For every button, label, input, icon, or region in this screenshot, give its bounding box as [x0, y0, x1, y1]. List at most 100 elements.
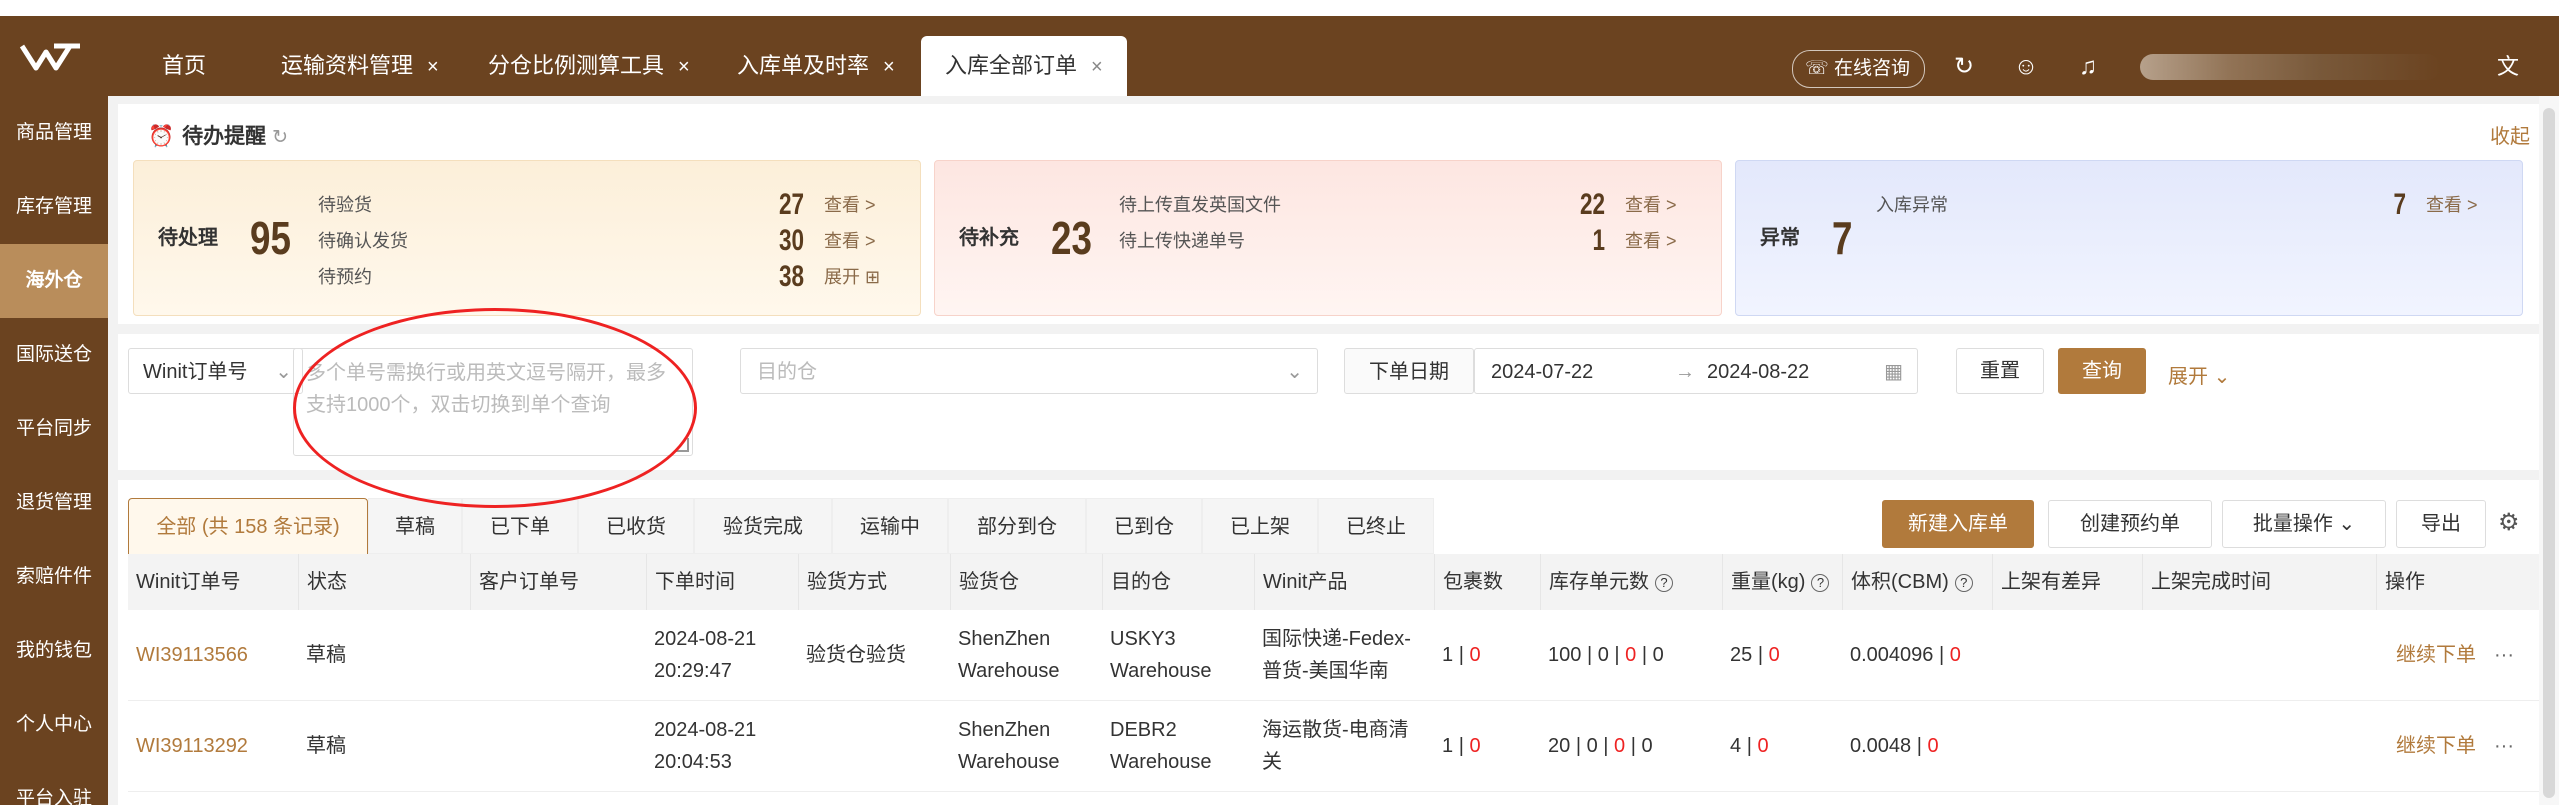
help-icon[interactable]: ?	[1811, 573, 1830, 592]
tab-partially-arrived[interactable]: 部分到仓	[948, 498, 1086, 554]
col-dest-warehouse: 目的仓	[1102, 554, 1254, 610]
batch-operations-button[interactable]: 批量操作 ⌄	[2222, 500, 2386, 548]
inspect-warehouse-cell: ShenZhen Warehouse	[958, 628, 1060, 682]
order-number-link[interactable]: WI39113292	[128, 701, 298, 791]
view-link[interactable]: 查看 >	[2426, 187, 2478, 223]
tab-draft[interactable]: 草稿	[368, 498, 462, 554]
reset-button[interactable]: 重置	[1956, 348, 2044, 394]
volume-cell: 0.004096 | 0	[1850, 644, 1961, 666]
sidebar-item-intl-delivery[interactable]: 国际送仓	[0, 318, 108, 392]
view-link[interactable]: 查看 >	[1625, 187, 1677, 223]
new-inbound-button[interactable]: 新建入库单	[1882, 500, 2034, 548]
vertical-scrollbar[interactable]	[2539, 96, 2559, 805]
shelf-finish-time-cell	[2142, 701, 2376, 791]
close-icon[interactable]: ×	[678, 56, 690, 78]
sidebar-item-overseas-warehouse[interactable]: 海外仓	[0, 244, 108, 318]
tab-inbound-all-orders[interactable]: 入库全部订单 ×	[921, 36, 1127, 96]
date-range-picker[interactable]: 2024-07-22 → 2024-08-22 ▦	[1474, 348, 1918, 394]
order-number-link[interactable]: WI39113566	[128, 610, 298, 700]
winit-logo-icon[interactable]	[18, 38, 88, 76]
continue-order-link[interactable]: 继续下单	[2396, 610, 2476, 700]
table-header: Winit订单号 状态 客户订单号 下单时间 验货方式 验货仓 目的仓 Wini…	[128, 554, 2548, 610]
tab-transport-data[interactable]: 运输资料管理 ×	[281, 36, 439, 96]
refresh-icon[interactable]: ↻	[1950, 53, 1978, 81]
col-shelf-finish-time: 上架完成时间	[2142, 554, 2376, 610]
todo-card-exception: 异常 7 入库异常 7 查看 >	[1735, 160, 2523, 316]
date-start[interactable]: 2024-07-22	[1491, 349, 1593, 395]
tab-warehouse-ratio-tool[interactable]: 分仓比例测算工具 ×	[488, 36, 690, 96]
user-account-blurred[interactable]	[2140, 54, 2440, 80]
online-consult-button[interactable]: ☏ 在线咨询	[1792, 50, 1926, 88]
close-icon[interactable]: ×	[427, 56, 439, 78]
more-actions-icon[interactable]: ···	[2494, 610, 2514, 700]
export-button[interactable]: 导出	[2396, 500, 2486, 548]
col-weight: 重量(kg)?	[1722, 554, 1842, 610]
row-count: 27	[778, 188, 804, 221]
gear-icon[interactable]: ⚙	[2498, 508, 2520, 537]
view-link[interactable]: 查看 >	[824, 187, 876, 223]
tab-terminated[interactable]: 已终止	[1318, 498, 1434, 554]
sidebar-item-platform-sync[interactable]: 平台同步	[0, 392, 108, 466]
winit-product-cell: 国际快递-Fedex- 普货-美国华南	[1262, 628, 1411, 682]
view-link[interactable]: 查看 >	[824, 223, 876, 259]
more-actions-icon[interactable]: ···	[2494, 701, 2514, 791]
expand-filters-link[interactable]: 展开 ⌄	[2168, 360, 2230, 389]
tab-received[interactable]: 已收货	[578, 498, 694, 554]
tab-inspected[interactable]: 验货完成	[694, 498, 832, 554]
alarm-icon: ⏰	[148, 125, 175, 148]
shelf-diff-cell	[1992, 610, 2142, 700]
card-label: 待处理	[158, 227, 218, 249]
expand-link[interactable]: 展开 ⊞	[824, 259, 880, 295]
collapse-link[interactable]: 收起	[2490, 120, 2530, 149]
tab-in-transit[interactable]: 运输中	[832, 498, 948, 554]
row-count: 30	[778, 224, 804, 257]
shelf-diff-cell	[1992, 701, 2142, 791]
view-link[interactable]: 查看 >	[1625, 223, 1677, 259]
smile-icon[interactable]: ☺	[2012, 53, 2040, 81]
create-appointment-button[interactable]: 创建预约单	[2048, 500, 2212, 548]
sidebar-item-wallet[interactable]: 我的钱包	[0, 614, 108, 688]
top-band	[0, 0, 2559, 16]
close-icon[interactable]: ×	[883, 56, 895, 78]
status-cell: 草稿	[306, 644, 346, 666]
tab-inbound-timeliness[interactable]: 入库单及时率 ×	[737, 36, 895, 96]
orders-panel: 全部 (共 158 条记录) 草稿 已下单 已收货 验货完成 运输中 部分到仓 …	[118, 480, 2548, 805]
status-cell: 草稿	[306, 735, 346, 757]
sidebar-item-platform-onboarding[interactable]: 平台入驻	[0, 762, 108, 805]
help-icon[interactable]: ?	[1954, 573, 1973, 592]
row-label: 待上传直发英国文件	[1119, 195, 1281, 215]
close-icon[interactable]: ×	[1091, 56, 1103, 78]
sidebar-item-returns[interactable]: 退货管理	[0, 466, 108, 540]
customer-order-cell	[470, 701, 646, 791]
order-time-cell: 2024-08-21 20:29:47	[654, 628, 757, 682]
continue-order-link[interactable]: 继续下单	[2396, 701, 2476, 791]
card-label: 待补充	[959, 227, 1019, 249]
row-count: 22	[1579, 188, 1605, 221]
tab-all[interactable]: 全部 (共 158 条记录)	[128, 498, 368, 554]
tab-arrived[interactable]: 已到仓	[1086, 498, 1202, 554]
scrollbar-thumb[interactable]	[2543, 108, 2555, 798]
col-sku-units: 库存单元数?	[1540, 554, 1722, 610]
help-icon[interactable]: ?	[1655, 573, 1673, 592]
date-end[interactable]: 2024-08-22	[1707, 349, 1809, 395]
refresh-icon[interactable]: ↻	[272, 127, 288, 148]
sidebar-item-inventory[interactable]: 库存管理	[0, 170, 108, 244]
query-button[interactable]: 查询	[2058, 348, 2146, 394]
dest-warehouse-select[interactable]: 目的仓 ⌄	[740, 348, 1318, 394]
dest-warehouse-cell: DEBR2 Warehouse	[1110, 719, 1212, 773]
sidebar-item-profile[interactable]: 个人中心	[0, 688, 108, 762]
tab-home[interactable]: 首页	[162, 36, 206, 96]
col-packages: 包裹数	[1434, 554, 1540, 610]
shelf-finish-time-cell	[2142, 610, 2376, 700]
order-type-select[interactable]: Winit订单号 ⌄	[128, 348, 303, 394]
translate-icon[interactable]: 文	[2494, 53, 2522, 81]
tab-shelved[interactable]: 已上架	[1202, 498, 1318, 554]
chevron-down-icon: ⌄	[2338, 513, 2356, 535]
col-shelf-diff: 上架有差异	[1992, 554, 2142, 610]
col-inspect-warehouse: 验货仓	[950, 554, 1102, 610]
todo-title: ⏰ 待办提醒 ↻	[148, 125, 289, 148]
sidebar-item-claims[interactable]: 索赔件件	[0, 540, 108, 614]
bell-icon[interactable]: ♫	[2074, 53, 2102, 81]
col-status: 状态	[298, 554, 470, 610]
sidebar-item-products[interactable]: 商品管理	[0, 96, 108, 170]
